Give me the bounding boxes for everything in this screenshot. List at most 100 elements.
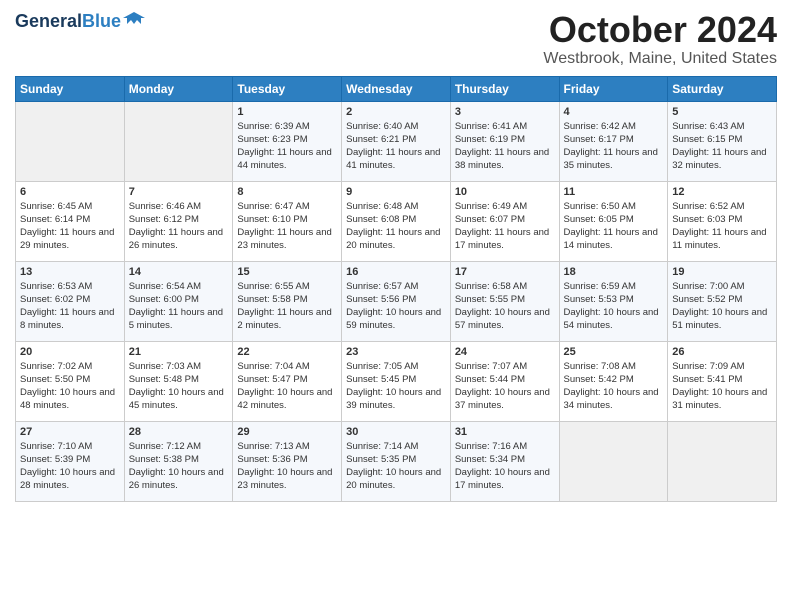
- day-info: Sunrise: 6:53 AMSunset: 6:02 PMDaylight:…: [20, 280, 120, 333]
- calendar-table: SundayMondayTuesdayWednesdayThursdayFrid…: [15, 76, 777, 502]
- day-number: 25: [564, 346, 664, 358]
- calendar-cell: 4 Sunrise: 6:42 AMSunset: 6:17 PMDaylight…: [559, 101, 668, 181]
- day-info: Sunrise: 7:04 AMSunset: 5:47 PMDaylight:…: [237, 360, 337, 413]
- page-header: GeneralBlue October 2024 Westbrook, Main…: [15, 10, 777, 68]
- calendar-cell: 12Sunrise: 6:52 AMSunset: 6:03 PMDayligh…: [668, 181, 777, 261]
- day-number: 15: [237, 266, 337, 278]
- day-info: Sunrise: 6:50 AMSunset: 6:05 PMDaylight:…: [564, 200, 664, 253]
- day-number: 29: [237, 426, 337, 438]
- day-info: Sunrise: 7:05 AMSunset: 5:45 PMDaylight:…: [346, 360, 446, 413]
- day-info: Sunrise: 7:10 AMSunset: 5:39 PMDaylight:…: [20, 440, 120, 493]
- day-info: Sunrise: 6:48 AMSunset: 6:08 PMDaylight:…: [346, 200, 446, 253]
- calendar-cell: 21 Sunrise: 7:03 AMSunset: 5:48 PMDayligh…: [124, 341, 233, 421]
- day-info: Sunrise: 7:16 AMSunset: 5:34 PMDaylight:…: [455, 440, 555, 493]
- week-row-4: 20Sunrise: 7:02 AMSunset: 5:50 PMDayligh…: [16, 341, 777, 421]
- day-info: Sunrise: 6:42 AMSunset: 6:17 PMDaylight:…: [564, 120, 664, 173]
- weekday-header-monday: Monday: [124, 76, 233, 101]
- day-info: Sunrise: 6:58 AMSunset: 5:55 PMDaylight:…: [455, 280, 555, 333]
- day-number: 30: [346, 426, 446, 438]
- day-number: 4: [564, 106, 664, 118]
- day-info: Sunrise: 6:47 AMSunset: 6:10 PMDaylight:…: [237, 200, 337, 253]
- day-info: Sunrise: 6:49 AMSunset: 6:07 PMDaylight:…: [455, 200, 555, 253]
- week-row-2: 6 Sunrise: 6:45 AMSunset: 6:14 PMDaylight…: [16, 181, 777, 261]
- day-info: Sunrise: 7:07 AMSunset: 5:44 PMDaylight:…: [455, 360, 555, 413]
- calendar-cell: 16Sunrise: 6:57 AMSunset: 5:56 PMDayligh…: [342, 261, 451, 341]
- calendar-cell: 25Sunrise: 7:08 AMSunset: 5:42 PMDayligh…: [559, 341, 668, 421]
- calendar-title: October 2024: [543, 10, 777, 50]
- logo-bird-icon: [123, 10, 145, 32]
- day-number: 7: [129, 186, 229, 198]
- day-number: 26: [672, 346, 772, 358]
- calendar-cell: 31 Sunrise: 7:16 AMSunset: 5:34 PMDayligh…: [450, 421, 559, 501]
- calendar-cell: 11 Sunrise: 6:50 AMSunset: 6:05 PMDayligh…: [559, 181, 668, 261]
- calendar-cell: 29Sunrise: 7:13 AMSunset: 5:36 PMDayligh…: [233, 421, 342, 501]
- day-info: Sunrise: 6:57 AMSunset: 5:56 PMDaylight:…: [346, 280, 446, 333]
- day-number: 19: [672, 266, 772, 278]
- week-row-1: 1Sunrise: 6:39 AMSunset: 6:23 PMDaylight…: [16, 101, 777, 181]
- calendar-cell: 14 Sunrise: 6:54 AMSunset: 6:00 PMDayligh…: [124, 261, 233, 341]
- calendar-cell: 6 Sunrise: 6:45 AMSunset: 6:14 PMDaylight…: [16, 181, 125, 261]
- day-info: Sunrise: 7:12 AMSunset: 5:38 PMDaylight:…: [129, 440, 229, 493]
- day-info: Sunrise: 7:00 AMSunset: 5:52 PMDaylight:…: [672, 280, 772, 333]
- day-number: 2: [346, 106, 446, 118]
- day-info: Sunrise: 7:14 AMSunset: 5:35 PMDaylight:…: [346, 440, 446, 493]
- calendar-cell: 26 Sunrise: 7:09 AMSunset: 5:41 PMDayligh…: [668, 341, 777, 421]
- calendar-cell: 3 Sunrise: 6:41 AMSunset: 6:19 PMDaylight…: [450, 101, 559, 181]
- day-number: 1: [237, 106, 337, 118]
- calendar-cell: 2Sunrise: 6:40 AMSunset: 6:21 PMDaylight…: [342, 101, 451, 181]
- calendar-cell: 13 Sunrise: 6:53 AMSunset: 6:02 PMDayligh…: [16, 261, 125, 341]
- day-number: 20: [20, 346, 120, 358]
- calendar-cell: 19 Sunrise: 7:00 AMSunset: 5:52 PMDayligh…: [668, 261, 777, 341]
- calendar-cell: [668, 421, 777, 501]
- weekday-header-friday: Friday: [559, 76, 668, 101]
- calendar-cell: 22Sunrise: 7:04 AMSunset: 5:47 PMDayligh…: [233, 341, 342, 421]
- calendar-cell: 24 Sunrise: 7:07 AMSunset: 5:44 PMDayligh…: [450, 341, 559, 421]
- calendar-subtitle: Westbrook, Maine, United States: [543, 50, 777, 68]
- day-number: 14: [129, 266, 229, 278]
- day-info: Sunrise: 6:54 AMSunset: 6:00 PMDaylight:…: [129, 280, 229, 333]
- weekday-header-sunday: Sunday: [16, 76, 125, 101]
- calendar-cell: 18 Sunrise: 6:59 AMSunset: 5:53 PMDayligh…: [559, 261, 668, 341]
- day-number: 12: [672, 186, 772, 198]
- day-number: 13: [20, 266, 120, 278]
- weekday-header-wednesday: Wednesday: [342, 76, 451, 101]
- day-info: Sunrise: 6:45 AMSunset: 6:14 PMDaylight:…: [20, 200, 120, 253]
- day-number: 18: [564, 266, 664, 278]
- calendar-cell: [559, 421, 668, 501]
- calendar-cell: 15 Sunrise: 6:55 AMSunset: 5:58 PMDayligh…: [233, 261, 342, 341]
- day-number: 21: [129, 346, 229, 358]
- day-number: 24: [455, 346, 555, 358]
- calendar-cell: 27 Sunrise: 7:10 AMSunset: 5:39 PMDayligh…: [16, 421, 125, 501]
- day-info: Sunrise: 6:41 AMSunset: 6:19 PMDaylight:…: [455, 120, 555, 173]
- day-number: 27: [20, 426, 120, 438]
- title-section: October 2024 Westbrook, Maine, United St…: [543, 10, 777, 68]
- day-number: 11: [564, 186, 664, 198]
- calendar-cell: 30 Sunrise: 7:14 AMSunset: 5:35 PMDayligh…: [342, 421, 451, 501]
- day-info: Sunrise: 6:59 AMSunset: 5:53 PMDaylight:…: [564, 280, 664, 333]
- calendar-cell: [16, 101, 125, 181]
- calendar-cell: 7 Sunrise: 6:46 AMSunset: 6:12 PMDaylight…: [124, 181, 233, 261]
- calendar-cell: 23 Sunrise: 7:05 AMSunset: 5:45 PMDayligh…: [342, 341, 451, 421]
- day-number: 28: [129, 426, 229, 438]
- day-info: Sunrise: 6:46 AMSunset: 6:12 PMDaylight:…: [129, 200, 229, 253]
- calendar-cell: 8 Sunrise: 6:47 AMSunset: 6:10 PMDaylight…: [233, 181, 342, 261]
- day-number: 23: [346, 346, 446, 358]
- day-info: Sunrise: 7:09 AMSunset: 5:41 PMDaylight:…: [672, 360, 772, 413]
- day-info: Sunrise: 6:55 AMSunset: 5:58 PMDaylight:…: [237, 280, 337, 333]
- calendar-cell: 5Sunrise: 6:43 AMSunset: 6:15 PMDaylight…: [668, 101, 777, 181]
- weekday-header-row: SundayMondayTuesdayWednesdayThursdayFrid…: [16, 76, 777, 101]
- day-number: 10: [455, 186, 555, 198]
- day-number: 17: [455, 266, 555, 278]
- logo-text: GeneralBlue: [15, 11, 121, 32]
- day-number: 31: [455, 426, 555, 438]
- calendar-cell: 17 Sunrise: 6:58 AMSunset: 5:55 PMDayligh…: [450, 261, 559, 341]
- calendar-cell: [124, 101, 233, 181]
- day-number: 6: [20, 186, 120, 198]
- calendar-cell: 10 Sunrise: 6:49 AMSunset: 6:07 PMDayligh…: [450, 181, 559, 261]
- weekday-header-saturday: Saturday: [668, 76, 777, 101]
- calendar-cell: 1Sunrise: 6:39 AMSunset: 6:23 PMDaylight…: [233, 101, 342, 181]
- day-info: Sunrise: 7:03 AMSunset: 5:48 PMDaylight:…: [129, 360, 229, 413]
- day-number: 3: [455, 106, 555, 118]
- day-info: Sunrise: 6:43 AMSunset: 6:15 PMDaylight:…: [672, 120, 772, 173]
- day-number: 8: [237, 186, 337, 198]
